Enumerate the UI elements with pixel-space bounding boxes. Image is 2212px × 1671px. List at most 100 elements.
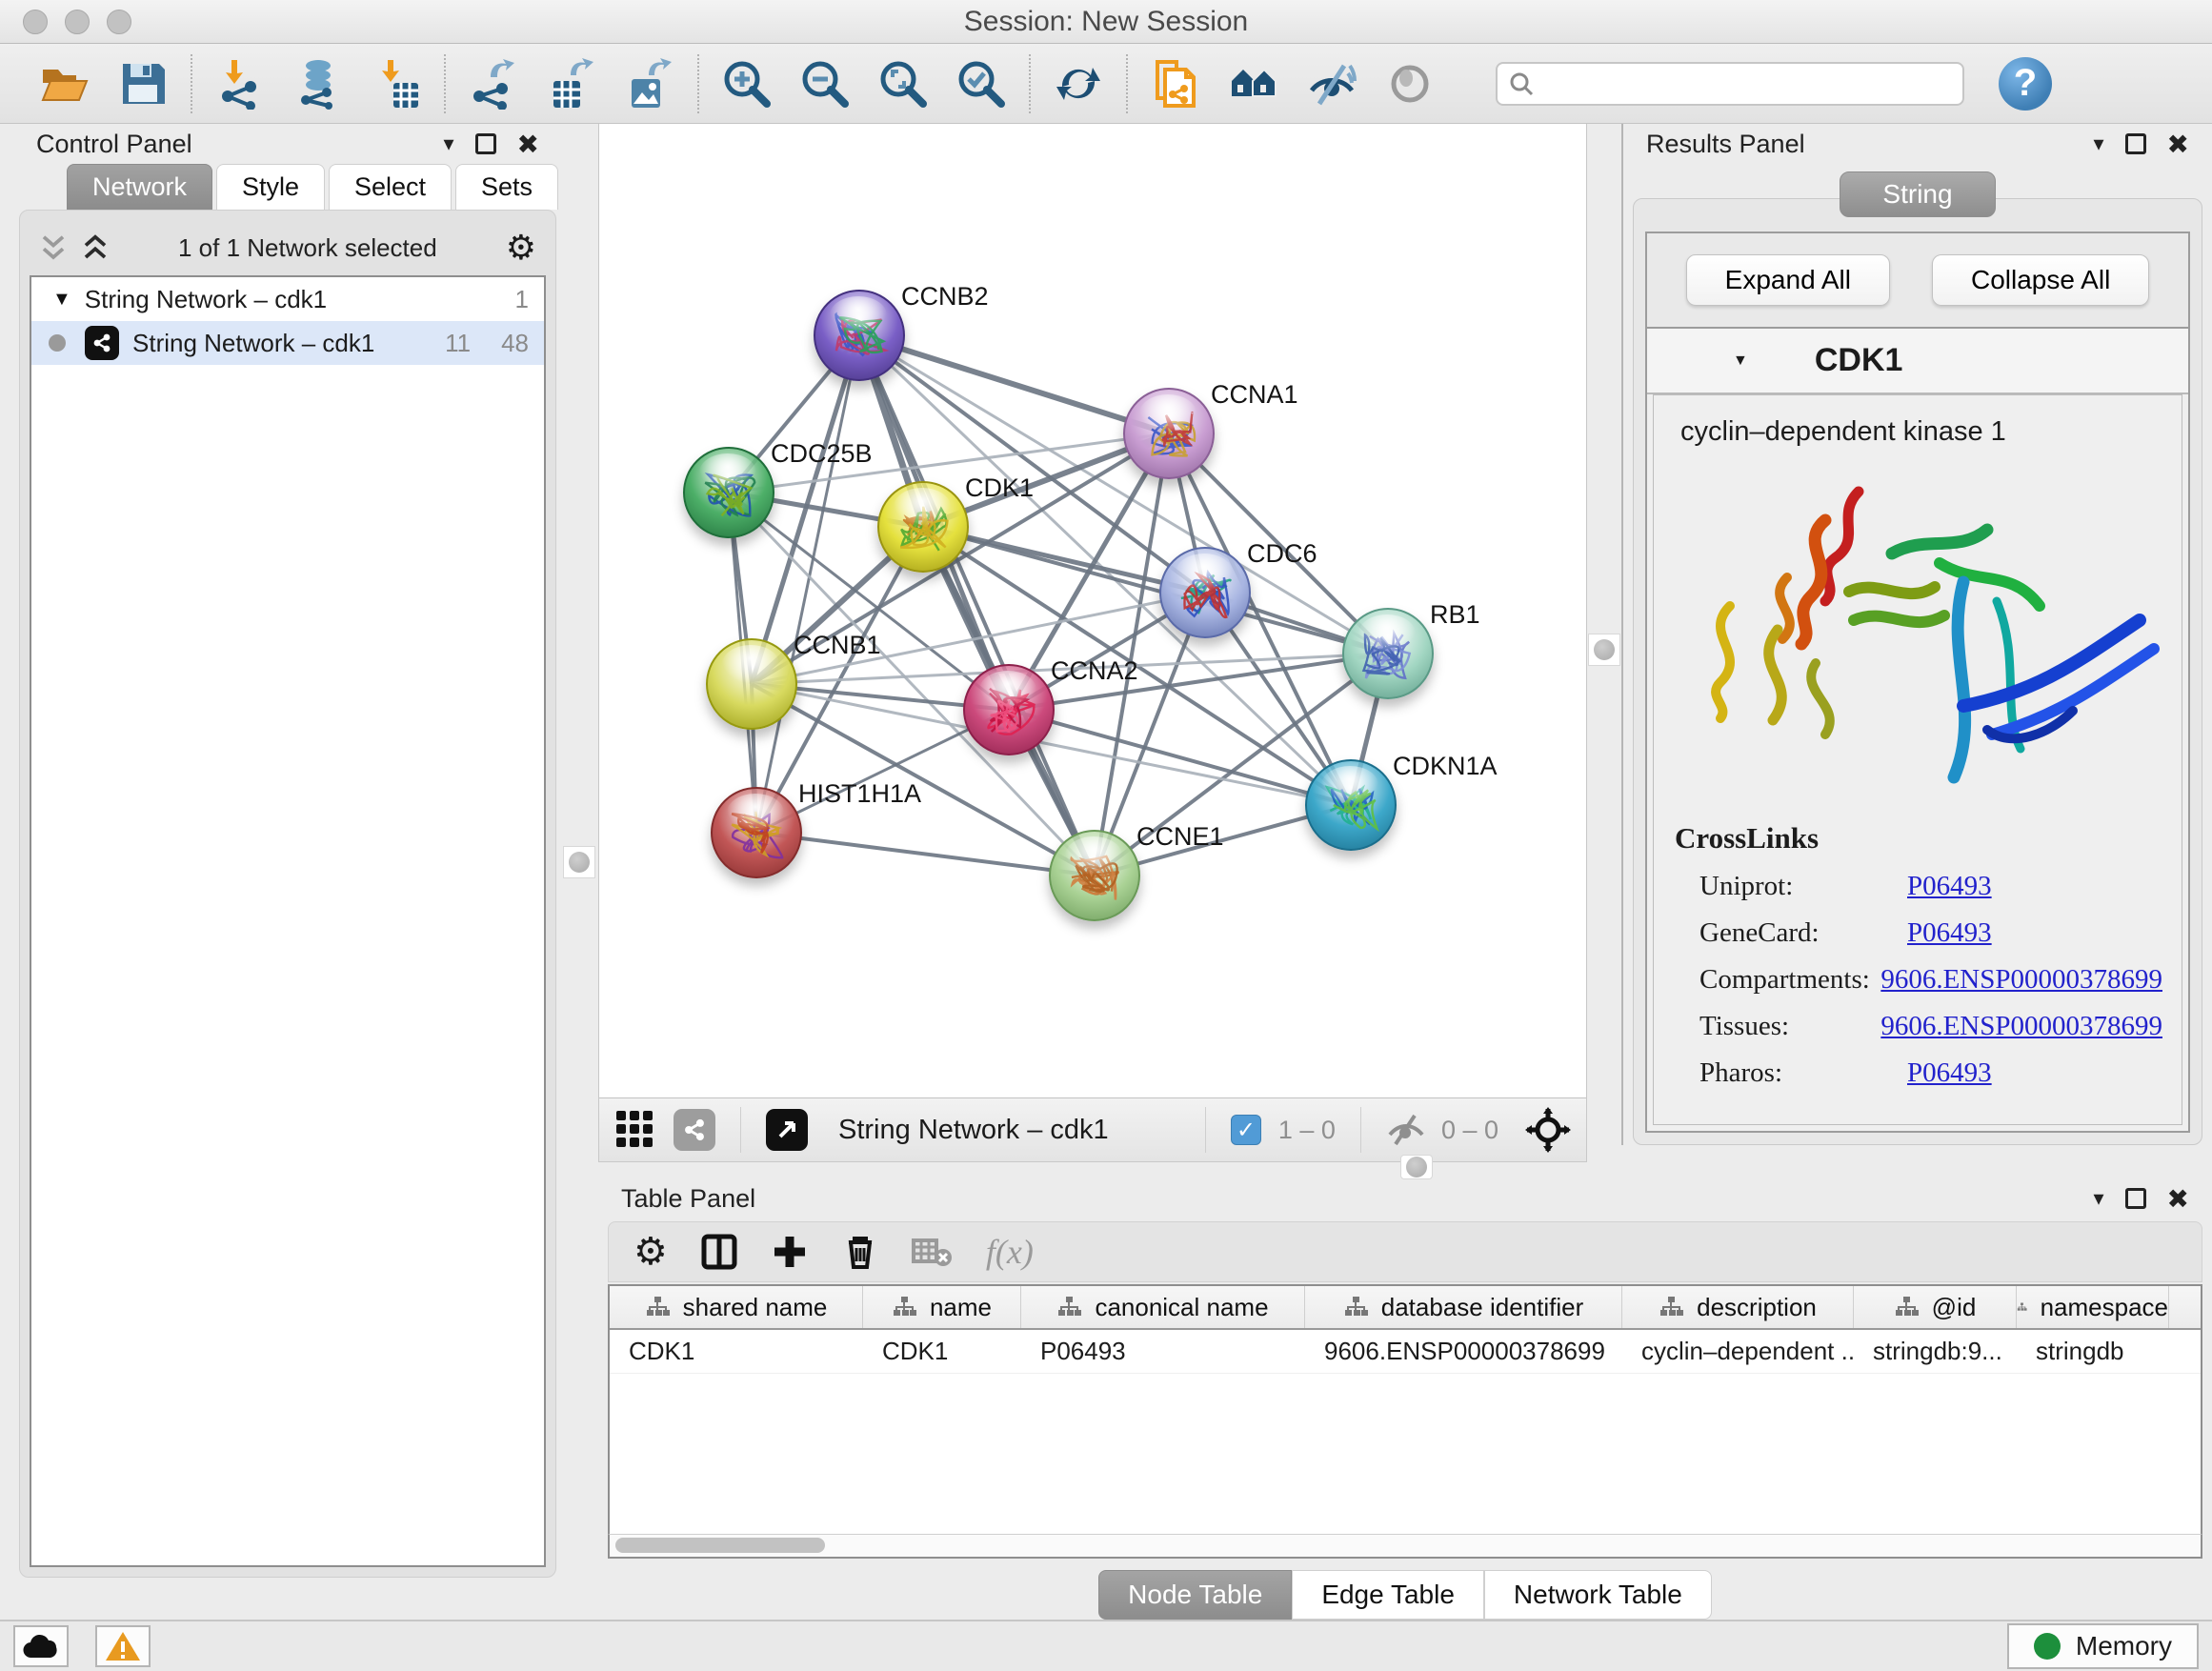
collection-expander-icon[interactable]: ▼ — [52, 289, 71, 311]
cell[interactable]: 9606.ENSP00000378699 — [1305, 1330, 1622, 1373]
zoom-in-icon[interactable] — [720, 57, 774, 111]
import-table-icon[interactable] — [370, 57, 423, 111]
column-header--id[interactable]: @id — [1854, 1286, 2017, 1328]
crosslink-link[interactable]: 9606.ENSP00000378699 — [1880, 1011, 2162, 1042]
cloud-status-button[interactable] — [13, 1625, 69, 1667]
network-node-cdc25b[interactable] — [683, 447, 774, 538]
export-network-icon[interactable] — [467, 57, 520, 111]
right-splitter-handle[interactable] — [1588, 634, 1620, 666]
collapse-all-button[interactable]: Collapse All — [1932, 254, 2149, 306]
network-node-cdkn1a[interactable] — [1305, 759, 1397, 851]
edge[interactable] — [756, 335, 859, 833]
network-node-ccna2[interactable] — [963, 664, 1055, 755]
results-panel-float-icon[interactable] — [2125, 133, 2146, 154]
tab-network[interactable]: Network — [67, 164, 212, 210]
table-panel-menu-icon[interactable]: ▾ — [2093, 1186, 2103, 1211]
collapse-all-icon[interactable] — [39, 233, 68, 262]
gene-section-header[interactable]: ▼ CDK1 — [1647, 329, 2188, 394]
import-network-database-icon[interactable] — [292, 57, 345, 111]
tab-sets[interactable]: Sets — [455, 164, 558, 210]
show-columns-icon[interactable] — [700, 1233, 738, 1271]
control-panel-float-icon[interactable] — [475, 133, 496, 154]
column-header-shared-name[interactable]: shared name — [610, 1286, 863, 1328]
birds-eye-view-icon[interactable] — [614, 1109, 656, 1151]
network-node-ccne1[interactable] — [1049, 830, 1140, 921]
network-canvas[interactable]: CCNB2CCNA1CDC25BCDK1CDC6RB1CCNB1CCNA2CDK… — [599, 124, 1586, 1097]
network-node-ccnb2[interactable] — [814, 290, 905, 381]
results-panel-close-icon[interactable]: ✖ — [2167, 129, 2189, 160]
zoom-out-icon[interactable] — [798, 57, 852, 111]
bottom-splitter[interactable] — [598, 1162, 2212, 1178]
node-table[interactable]: shared namenamecanonical namedatabase id… — [608, 1284, 2202, 1534]
add-column-icon[interactable] — [771, 1233, 809, 1271]
gene-expander-icon[interactable]: ▼ — [1733, 352, 1748, 370]
cell[interactable]: cyclin–dependent ... — [1622, 1330, 1854, 1373]
column-header-namespace[interactable]: namespace — [2017, 1286, 2169, 1328]
nested-networks-icon[interactable] — [1227, 57, 1280, 111]
edge[interactable] — [859, 335, 1169, 433]
cell[interactable]: stringdb — [2017, 1330, 2169, 1373]
zoom-selected-icon[interactable] — [955, 57, 1008, 111]
detach-view-icon[interactable] — [766, 1109, 808, 1151]
network-node-ccnb1[interactable] — [706, 638, 797, 730]
network-row[interactable]: String Network – cdk1 11 48 — [31, 321, 544, 365]
export-table-icon[interactable] — [545, 57, 598, 111]
cell[interactable]: stringdb:9... — [1854, 1330, 2017, 1373]
network-node-rb1[interactable] — [1342, 608, 1434, 699]
table-panel-float-icon[interactable] — [2125, 1188, 2146, 1209]
table-horizontal-scrollbar[interactable] — [608, 1534, 2202, 1559]
left-splitter-handle[interactable] — [563, 846, 595, 878]
expand-all-button[interactable]: Expand All — [1686, 254, 1890, 306]
network-node-cdk1[interactable] — [877, 481, 969, 573]
crosslink-link[interactable]: P06493 — [1907, 871, 1992, 902]
column-header-name[interactable]: name — [863, 1286, 1021, 1328]
tab-select[interactable]: Select — [329, 164, 452, 210]
import-network-file-icon[interactable] — [213, 57, 267, 111]
crosslink-link[interactable]: 9606.ENSP00000378699 — [1880, 964, 2162, 996]
control-panel-close-icon[interactable]: ✖ — [517, 129, 539, 160]
cell[interactable]: CDK1 — [863, 1330, 1021, 1373]
warnings-button[interactable] — [95, 1625, 151, 1667]
results-panel-menu-icon[interactable]: ▾ — [2093, 131, 2103, 156]
export-image-icon[interactable] — [623, 57, 676, 111]
bottom-splitter-handle[interactable] — [1400, 1155, 1433, 1179]
save-session-icon[interactable] — [116, 57, 170, 111]
search-input[interactable] — [1543, 68, 1951, 99]
open-session-icon[interactable] — [38, 57, 91, 111]
clone-network-icon[interactable] — [1149, 57, 1202, 111]
network-node-cdc6[interactable] — [1159, 547, 1251, 638]
column-header-canonical-name[interactable]: canonical name — [1021, 1286, 1305, 1328]
network-options-gear-icon[interactable]: ⚙ — [506, 231, 536, 265]
table-panel-close-icon[interactable]: ✖ — [2167, 1183, 2189, 1215]
selected-items-checkbox[interactable]: ✓ — [1231, 1115, 1261, 1145]
right-splitter[interactable] — [1587, 124, 1621, 1162]
hide-details-icon[interactable] — [1305, 57, 1358, 111]
memory-button[interactable]: Memory — [2007, 1623, 2199, 1669]
help-icon[interactable]: ? — [1999, 57, 2052, 111]
expand-all-icon[interactable] — [81, 233, 110, 262]
tab-network-table[interactable]: Network Table — [1484, 1570, 1712, 1620]
refresh-icon[interactable] — [1052, 57, 1105, 111]
column-header-description[interactable]: description — [1622, 1286, 1854, 1328]
delete-column-icon[interactable] — [841, 1233, 879, 1271]
tab-edge-table[interactable]: Edge Table — [1292, 1570, 1484, 1620]
search-box[interactable] — [1496, 62, 1964, 106]
tab-node-table[interactable]: Node Table — [1098, 1570, 1292, 1620]
table-settings-gear-icon[interactable]: ⚙ — [633, 1233, 668, 1271]
cell[interactable]: P06493 — [1021, 1330, 1305, 1373]
pan-crosshair-icon[interactable] — [1525, 1107, 1571, 1153]
network-collection-row[interactable]: ▼ String Network – cdk1 1 — [31, 277, 544, 321]
network-node-ccna1[interactable] — [1123, 388, 1215, 479]
crosslink-link[interactable]: P06493 — [1907, 1057, 1992, 1089]
tab-style[interactable]: Style — [216, 164, 325, 210]
zoom-fit-icon[interactable] — [876, 57, 930, 111]
left-splitter[interactable] — [562, 124, 598, 1620]
column-header-database-identifier[interactable]: database identifier — [1305, 1286, 1622, 1328]
edge[interactable] — [756, 833, 1095, 876]
cell[interactable]: CDK1 — [610, 1330, 863, 1373]
network-node-hist1h1a[interactable] — [711, 787, 802, 878]
results-tab-string[interactable]: String — [1840, 171, 1995, 217]
crosslink-link[interactable]: P06493 — [1907, 917, 1992, 949]
control-panel-menu-icon[interactable]: ▾ — [443, 131, 453, 156]
scrollbar-thumb[interactable] — [615, 1538, 825, 1553]
